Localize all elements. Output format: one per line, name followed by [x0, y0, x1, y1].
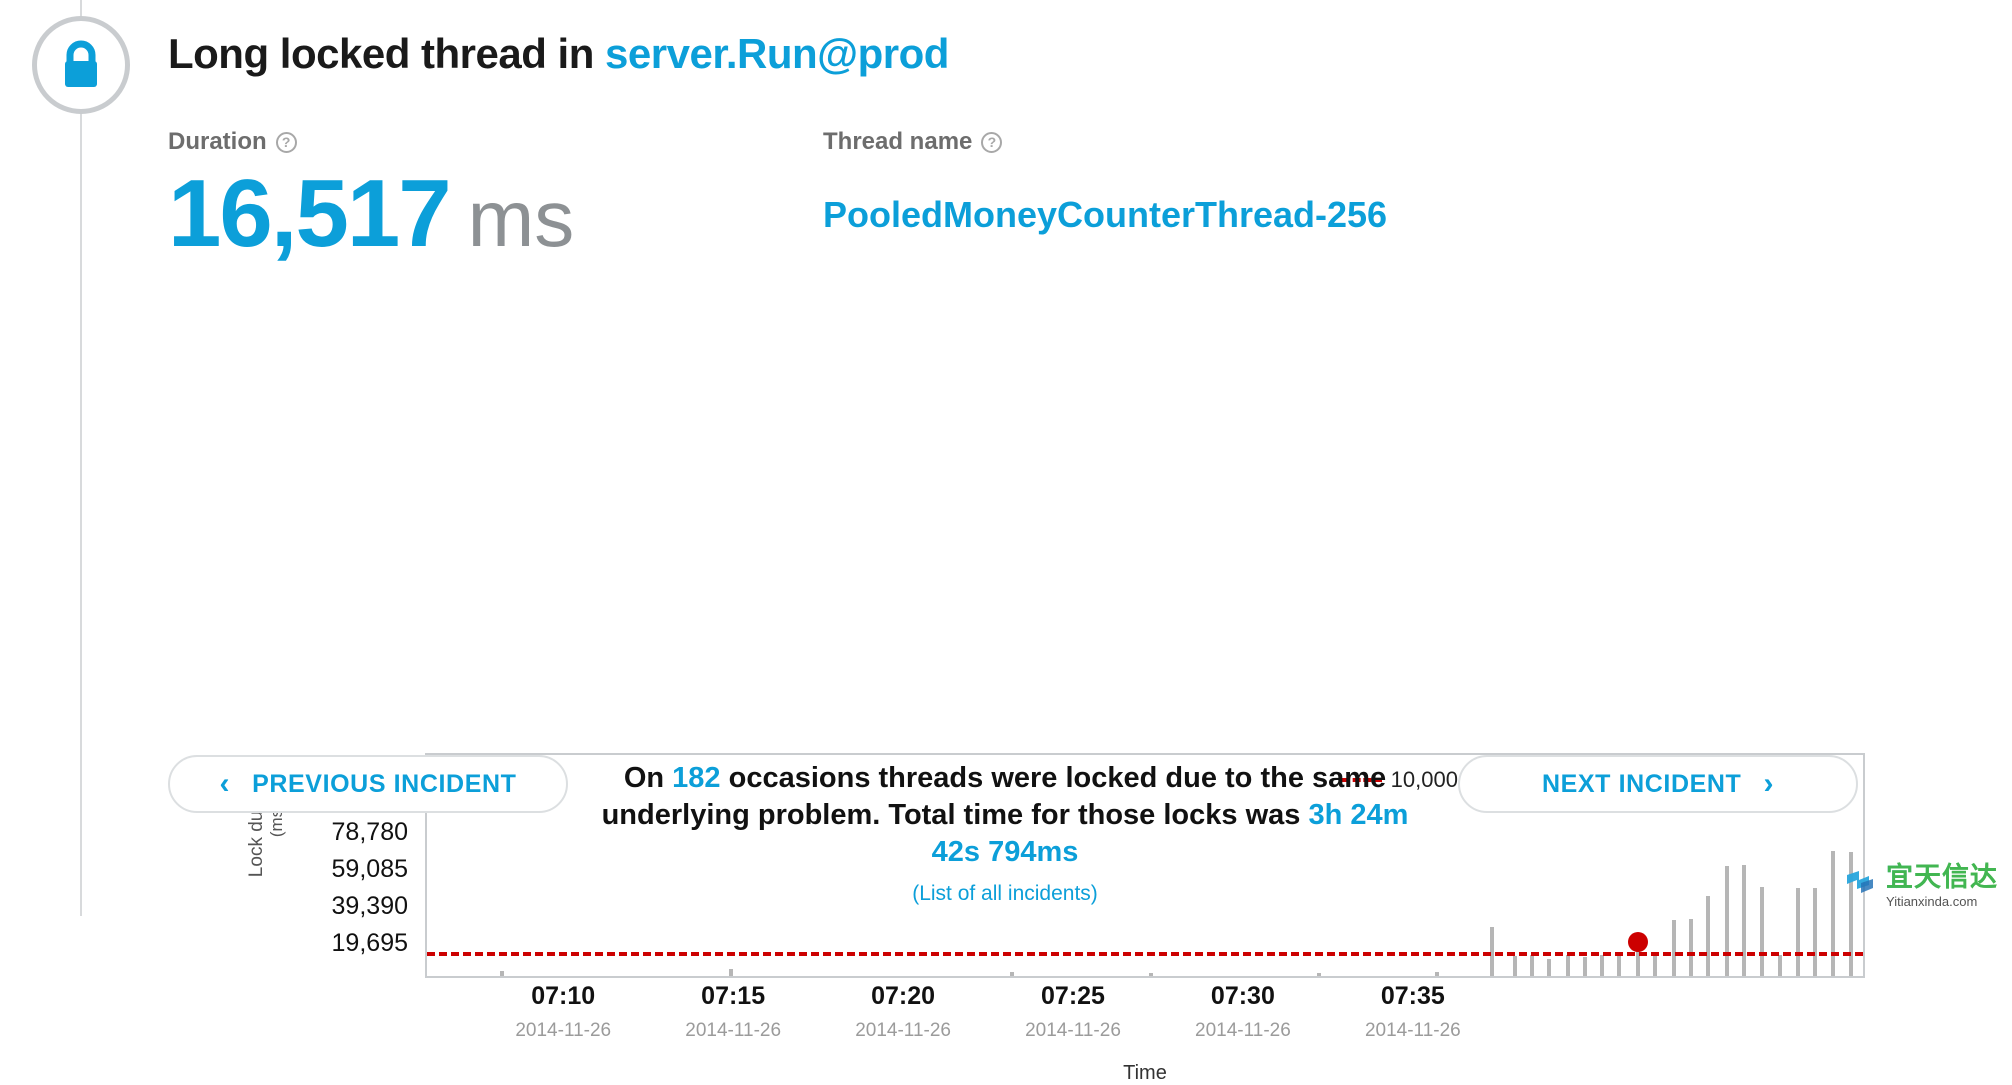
duration-value: 16,517 [168, 160, 452, 267]
next-incident-label: NEXT INCIDENT [1541, 769, 1742, 798]
chart-bar[interactable] [1435, 971, 1440, 976]
chart-bar[interactable] [728, 968, 733, 976]
chart-bar[interactable] [1831, 851, 1836, 976]
thread-label-row: Thread name ? [823, 128, 1387, 156]
summary-part1: On [623, 762, 673, 794]
stat-thread-name: Thread name ? PooledMoneyCounterThread-2… [823, 128, 1387, 236]
y-axis-tick: 78,780 [331, 818, 408, 846]
chevron-right-icon: › [1763, 767, 1775, 800]
thread-name-value[interactable]: PooledMoneyCounterThread-256 [823, 194, 1387, 236]
y-axis-tick: 19,695 [331, 929, 408, 957]
page-title-target[interactable]: server.Run@prod [605, 30, 949, 77]
x-axis-tick: 07:35 2014-11-26 [1313, 982, 1513, 1042]
lock-badge [32, 16, 130, 114]
chart-bar[interactable] [1149, 972, 1154, 976]
chart-bar[interactable] [1617, 954, 1622, 976]
list-of-all-incidents-link[interactable]: (List of all incidents) [590, 881, 1420, 908]
incident-summary: On 182 occasions threads were locked due… [590, 760, 1420, 908]
previous-incident-label: PREVIOUS INCIDENT [252, 769, 517, 798]
y-axis-tick: 39,390 [331, 892, 408, 920]
duration-label-row: Duration ? [168, 128, 574, 156]
chart-bar[interactable] [1778, 954, 1783, 976]
chart-bar[interactable] [1725, 865, 1730, 976]
chart-bar[interactable] [1706, 896, 1711, 976]
chart-bar[interactable] [1795, 888, 1800, 976]
help-icon[interactable]: ? [275, 131, 297, 153]
x-axis-ticks: 07:10 2014-11-26 07:15 2014-11-26 07:20 2014-… [425, 982, 1865, 1052]
chart-bar[interactable] [1317, 972, 1322, 976]
watermark-logo-icon [1845, 869, 1879, 904]
chart-bar[interactable] [1759, 887, 1764, 976]
watermark-text: 宜天信达 Yitianxinda.com [1886, 862, 1998, 909]
watermark: 宜天信达 Yitianxinda.com [1845, 864, 1998, 908]
chart-bar[interactable] [1672, 919, 1676, 976]
duration-label: Duration [168, 128, 267, 155]
chart-bar[interactable] [1689, 919, 1694, 976]
lock-icon [59, 40, 103, 90]
chart-bar[interactable] [1529, 955, 1534, 976]
chart-bar[interactable] [1565, 954, 1570, 976]
threshold-line [427, 951, 1863, 956]
chart-bar[interactable] [1582, 957, 1587, 976]
longest-lock-marker[interactable] [1628, 932, 1649, 953]
chart-bar[interactable] [500, 971, 505, 976]
summary-occasion-count: 182 [672, 762, 721, 794]
chevron-left-icon: ‹ [219, 767, 231, 800]
chart-bar[interactable] [1812, 887, 1817, 976]
y-axis-tick: 59,085 [331, 855, 408, 883]
chart-bar[interactable] [1547, 959, 1552, 976]
watermark-cn: 宜天信达 [1886, 862, 1998, 892]
stat-duration: Duration ? 16,517 ms [168, 128, 574, 262]
chart-bar[interactable] [1653, 953, 1658, 976]
page-title: Long locked thread in server.Run@prod [168, 30, 949, 78]
x-axis-title: Time [1123, 1062, 1167, 1084]
page-title-prefix: Long locked thread in [168, 30, 606, 77]
x-axis-tick-time: 07:35 [1380, 982, 1445, 1010]
chart-bar[interactable] [1600, 955, 1605, 976]
chart-bar[interactable] [1010, 972, 1015, 976]
duration-unit: ms [467, 174, 575, 263]
chart-bar[interactable] [1512, 955, 1517, 976]
help-icon[interactable]: ? [981, 131, 1003, 153]
thread-name-label: Thread name [823, 128, 973, 155]
chart-bar[interactable] [1742, 865, 1747, 976]
x-axis-tick-date: 2014-11-26 [1364, 1020, 1461, 1041]
lock-duration-chart: Lock duration (ms) 98,47578,78059,08539,… [0, 370, 2012, 1084]
next-incident-button[interactable]: NEXT INCIDENT › [1458, 755, 1858, 813]
previous-incident-button[interactable]: ‹ PREVIOUS INCIDENT [168, 755, 568, 813]
watermark-en: Yitianxinda.com [1886, 894, 1978, 909]
duration-value-row: 16,517 ms [168, 166, 574, 262]
